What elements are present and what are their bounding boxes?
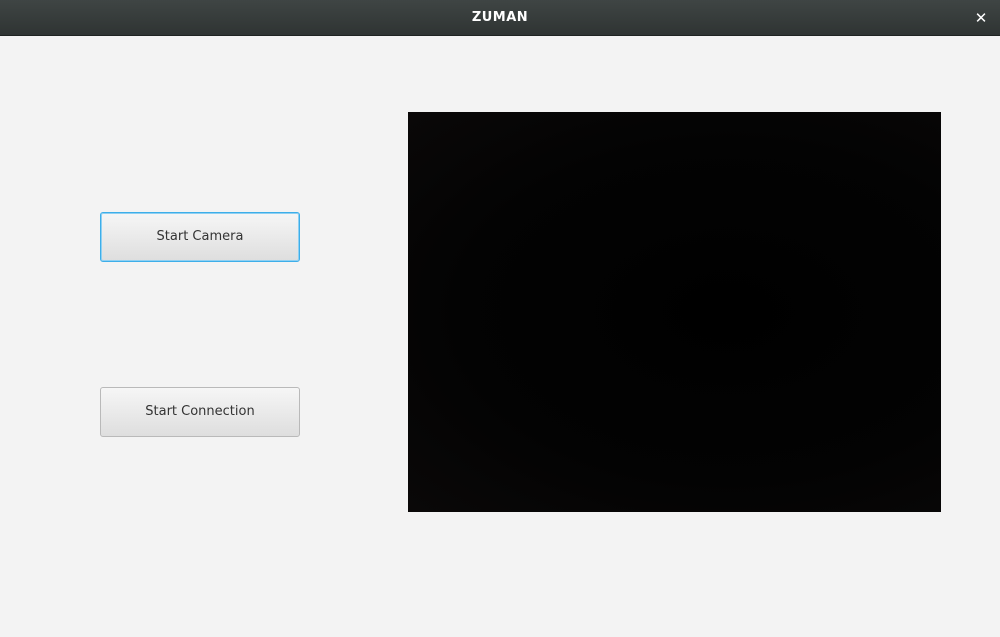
app-window: ZUMAN ✕ Start Camera Start Connection (0, 0, 1000, 637)
camera-video-feed (408, 112, 941, 512)
window-title: ZUMAN (471, 10, 529, 25)
main-content: Start Camera Start Connection (0, 36, 1000, 637)
title-bar[interactable]: ZUMAN ✕ (0, 0, 1000, 36)
close-icon[interactable]: ✕ (972, 9, 990, 27)
start-connection-button[interactable]: Start Connection (100, 387, 300, 437)
start-camera-button[interactable]: Start Camera (100, 212, 300, 262)
